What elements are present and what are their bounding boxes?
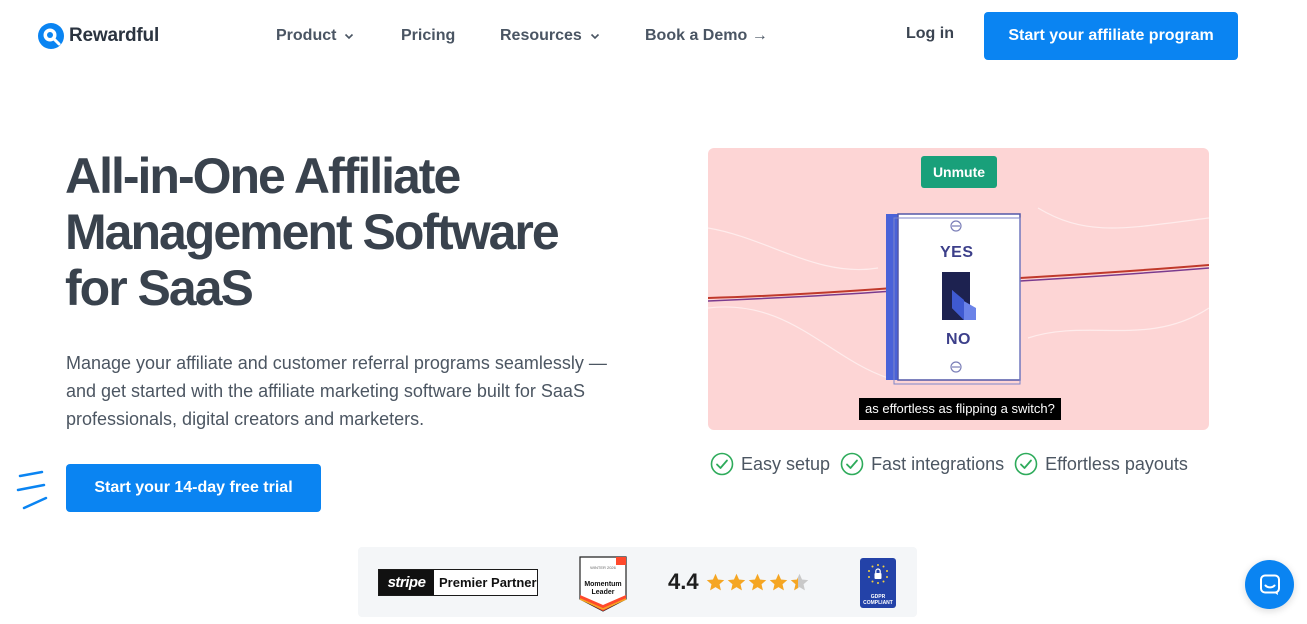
chat-icon xyxy=(1259,574,1280,595)
brand-name: Rewardful xyxy=(69,25,160,46)
g2-momentum-leader-badge: WINTER 2026 Momentum Leader xyxy=(578,555,628,613)
nav-book-demo[interactable]: Book a Demo → xyxy=(645,25,768,47)
rating-stars xyxy=(705,572,810,593)
feature-list: Easy setup Fast integrations Effortless … xyxy=(710,452,1198,476)
check-circle-icon xyxy=(1014,452,1038,476)
nav-pricing-label: Pricing xyxy=(401,27,456,44)
star-half-icon xyxy=(790,573,808,590)
start-free-trial-button[interactable]: Start your 14-day free trial xyxy=(66,464,321,512)
unmute-button[interactable]: Unmute xyxy=(921,156,997,188)
hero-subtitle: Manage your affiliate and customer refer… xyxy=(66,353,607,429)
gdpr-label: GDPR COMPLIANT xyxy=(863,594,893,606)
check-circle-icon xyxy=(710,452,734,476)
stripe-logo: stripe xyxy=(379,570,434,595)
rewardful-logo-icon xyxy=(38,23,64,49)
check-circle-icon xyxy=(840,452,864,476)
switch-yes-label: YES xyxy=(940,244,974,261)
switch-no-label: NO xyxy=(946,331,971,348)
stripe-partner-label: Premier Partner xyxy=(439,575,537,590)
rating: 4.4 xyxy=(668,569,810,595)
stripe-partner-badge: stripe Premier Partner xyxy=(378,569,538,596)
feature-label: Effortless payouts xyxy=(1045,453,1188,474)
feature-item: Fast integrations xyxy=(840,452,1004,476)
gdpr-badge: GDPR COMPLIANT xyxy=(860,558,896,608)
nav-resources[interactable]: Resources xyxy=(500,25,600,47)
nav-book-demo-label: Book a Demo → xyxy=(645,27,768,44)
nav-product-label: Product xyxy=(276,27,337,44)
feature-label: Fast integrations xyxy=(871,453,1005,474)
login-link[interactable]: Log in xyxy=(906,25,954,43)
chevron-down-icon xyxy=(345,33,354,40)
feature-label: Easy setup xyxy=(741,453,831,474)
trust-badges: stripe Premier Partner WINTER 2026 Momen… xyxy=(358,547,917,617)
chevron-down-icon xyxy=(590,33,599,40)
hero-title: All-in-One Affiliate Management Software… xyxy=(65,148,560,316)
start-affiliate-program-button[interactable]: Start your affiliate program xyxy=(984,12,1238,60)
g2-title: Momentum Leader xyxy=(584,581,622,596)
star-icon xyxy=(769,573,787,590)
video-caption: as effortless as flipping a switch? xyxy=(859,398,1061,420)
star-icon xyxy=(706,573,724,590)
video-illustration xyxy=(708,207,1209,385)
feature-item: Effortless payouts xyxy=(1014,452,1188,476)
nav-resources-label: Resources xyxy=(500,27,582,44)
feature-item: Easy setup xyxy=(710,452,830,476)
chat-launcher-button[interactable] xyxy=(1245,560,1294,609)
eu-stars-lock-icon xyxy=(868,564,888,584)
nav-pricing[interactable]: Pricing xyxy=(401,25,455,47)
star-icon xyxy=(727,573,745,590)
nav-product[interactable]: Product xyxy=(276,25,354,47)
g2-season: WINTER 2026 xyxy=(590,565,616,570)
rating-value: 4.4 xyxy=(668,569,699,594)
logo[interactable]: Rewardful xyxy=(37,22,159,50)
decorative-lines-icon xyxy=(16,470,48,510)
star-icon xyxy=(748,573,766,590)
hero-video[interactable]: Unmute YES NO as effortless as flipping … xyxy=(708,148,1209,430)
